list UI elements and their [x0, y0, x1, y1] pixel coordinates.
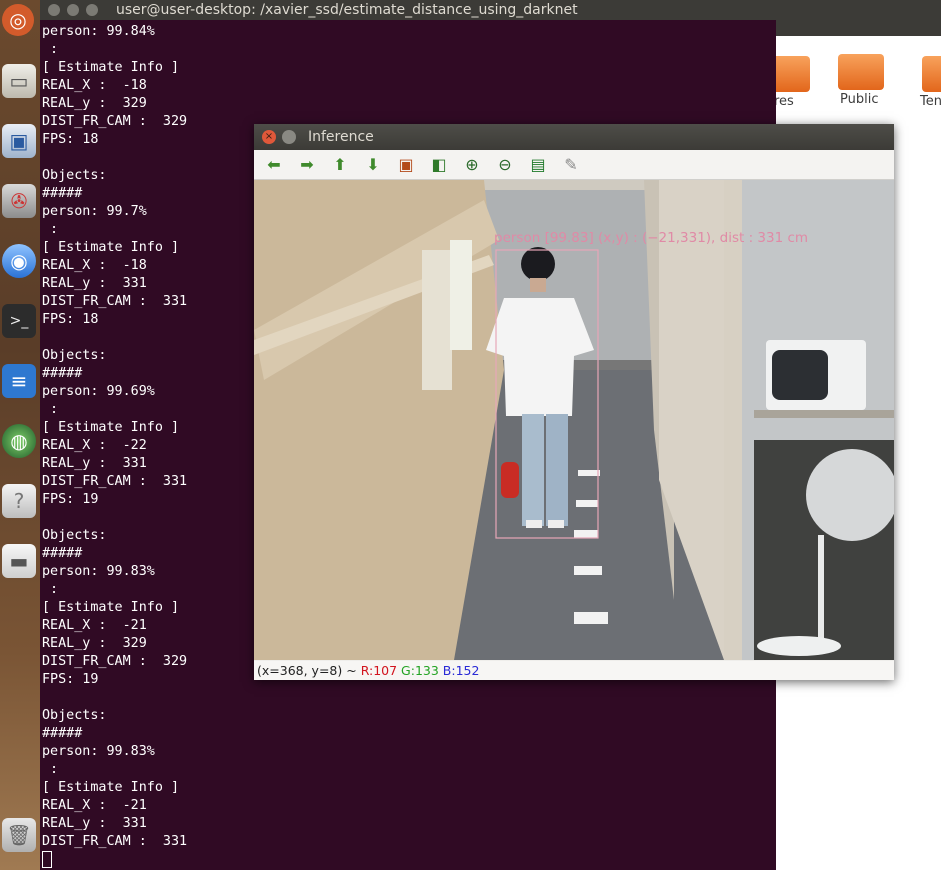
- image-zoom-icon[interactable]: ◧: [429, 155, 449, 175]
- terminal-line: FPS: 19: [42, 492, 99, 507]
- inference-statusbar: (x=368, y=8) ~ R:107 G:133 B:152: [254, 661, 894, 680]
- terminal-line: DIST_FR_CAM : 329: [42, 114, 188, 129]
- terminal-line: Objects:: [42, 168, 107, 183]
- software-center-icon[interactable]: ▣: [2, 124, 36, 158]
- arrow-down-icon[interactable]: ⬇: [363, 155, 383, 175]
- public-folder-icon[interactable]: [838, 54, 884, 90]
- minimize-icon[interactable]: [67, 4, 79, 16]
- terminal-line: REAL_y : 329: [42, 96, 147, 111]
- red-value: R:107: [360, 663, 398, 678]
- arrow-up-icon[interactable]: ⬆: [330, 155, 350, 175]
- camera-scene: [254, 180, 894, 660]
- settings-icon[interactable]: ✇: [2, 184, 36, 218]
- ubuntu-logo-icon[interactable]: ◎: [2, 4, 34, 36]
- terminal-line: [ Estimate Info ]: [42, 60, 180, 75]
- terminal-line: #####: [42, 186, 83, 201]
- arrow-right-icon[interactable]: ➡: [297, 155, 317, 175]
- terminal-line: DIST_FR_CAM : 331: [42, 294, 188, 309]
- terminal-line: person: 99.83%: [42, 564, 155, 579]
- terminal-line: FPS: 18: [42, 132, 99, 147]
- close-icon[interactable]: ×: [262, 130, 276, 144]
- browser-icon[interactable]: ◉: [2, 244, 36, 278]
- terminal-line: Objects:: [42, 708, 107, 723]
- text-editor-icon[interactable]: ≡: [2, 364, 36, 398]
- terminal-line: [ Estimate Info ]: [42, 600, 180, 615]
- terminal-line: #####: [42, 366, 83, 381]
- terminal-icon[interactable]: >_: [2, 304, 36, 338]
- terminal-line: person: 99.69%: [42, 384, 155, 399]
- save-icon[interactable]: ▤: [528, 155, 548, 175]
- terminal-title: user@user-desktop: /xavier_ssd/estimate_…: [116, 2, 578, 18]
- terminal-line: REAL_y : 331: [42, 816, 147, 831]
- terminal-line: :: [42, 402, 59, 417]
- terminal-line: REAL_X : -21: [42, 798, 147, 813]
- terminal-line: REAL_y : 329: [42, 636, 147, 651]
- terminal-line: [ Estimate Info ]: [42, 780, 180, 795]
- zoom-out-icon[interactable]: ⊖: [495, 155, 515, 175]
- brush-icon[interactable]: ✎: [561, 155, 581, 175]
- terminal-line: REAL_X : -18: [42, 78, 147, 93]
- inference-title: Inference: [308, 129, 374, 145]
- terminal-line: [ Estimate Info ]: [42, 240, 180, 255]
- terminal-line: DIST_FR_CAM : 331: [42, 474, 188, 489]
- inference-window: × Inference ⬅ ➡ ⬆ ⬇ ▣ ◧ ⊕ ⊖ ▤ ✎ person […: [254, 124, 894, 680]
- terminal-titlebar: user@user-desktop: /xavier_ssd/estimate_…: [40, 0, 776, 20]
- folder-label: res: [774, 94, 794, 109]
- trash-icon[interactable]: 🗑: [2, 818, 36, 852]
- globe-icon[interactable]: ◍: [2, 424, 36, 458]
- unity-launcher: ◎ ▭ ▣ ✇ ◉ >_ ≡ ◍ ? ▬ 🗑: [0, 0, 40, 870]
- file-manager-titlebar: [776, 0, 941, 36]
- terminal-line: REAL_y : 331: [42, 276, 147, 291]
- terminal-line: #####: [42, 546, 83, 561]
- folder-label: Ten: [920, 94, 941, 109]
- terminal-line: person: 99.83%: [42, 744, 155, 759]
- blue-value: B:152: [442, 663, 480, 678]
- terminal-line: #####: [42, 726, 83, 741]
- terminal-line: REAL_X : -21: [42, 618, 147, 633]
- cursor-coordinates: (x=368, y=8) ~: [257, 663, 357, 678]
- zoom-in-icon[interactable]: ⊕: [462, 155, 482, 175]
- terminal-line: REAL_X : -22: [42, 438, 147, 453]
- drive-icon[interactable]: ▬: [2, 544, 36, 578]
- folder-label-public: Public: [840, 92, 879, 107]
- terminal-line: :: [42, 762, 59, 777]
- terminal-line: FPS: 18: [42, 312, 99, 327]
- files-icon[interactable]: ▭: [2, 64, 36, 98]
- green-value: G:133: [401, 663, 439, 678]
- image-icon[interactable]: ▣: [396, 155, 416, 175]
- help-icon[interactable]: ?: [2, 484, 36, 518]
- close-icon[interactable]: [48, 4, 60, 16]
- terminal-line: REAL_y : 331: [42, 456, 147, 471]
- minimize-icon[interactable]: [282, 130, 296, 144]
- terminal-line: [ Estimate Info ]: [42, 420, 180, 435]
- terminal-line: DIST_FR_CAM : 331: [42, 834, 188, 849]
- terminal-line: Objects:: [42, 348, 107, 363]
- folder-icon[interactable]: [922, 56, 941, 92]
- terminal-line: REAL_X : -18: [42, 258, 147, 273]
- terminal-line: person: 99.7%: [42, 204, 147, 219]
- camera-frame: person [99.83] (x,y) : (−21,331), dist :…: [254, 180, 894, 660]
- terminal-line: :: [42, 222, 59, 237]
- terminal-line: person: 99.84%: [42, 24, 155, 39]
- terminal-cursor: [42, 851, 52, 868]
- terminal-line: Objects:: [42, 528, 107, 543]
- terminal-line: DIST_FR_CAM : 329: [42, 654, 188, 669]
- inference-titlebar: × Inference: [254, 124, 894, 150]
- terminal-line: :: [42, 582, 59, 597]
- arrow-left-icon[interactable]: ⬅: [264, 155, 284, 175]
- detection-label: person [99.83] (x,y) : (−21,331), dist :…: [494, 230, 809, 246]
- terminal-output: person: 99.84% : [ Estimate Info ] REAL_…: [42, 23, 187, 870]
- terminal-line: FPS: 19: [42, 672, 99, 687]
- terminal-line: :: [42, 42, 59, 57]
- maximize-icon[interactable]: [86, 4, 98, 16]
- inference-toolbar: ⬅ ➡ ⬆ ⬇ ▣ ◧ ⊕ ⊖ ▤ ✎: [254, 150, 894, 180]
